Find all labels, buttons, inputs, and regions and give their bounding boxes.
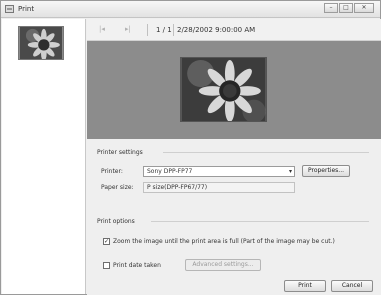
settings-panel: Printer settings Printer: Sony DPP-FP77 … xyxy=(87,139,381,295)
zoom-checkbox[interactable]: ✓ xyxy=(103,238,110,245)
printer-select-value: Sony DPP-FP77 xyxy=(147,168,193,175)
print-options-heading: Print options xyxy=(97,218,135,225)
last-page-icon[interactable]: ▸| xyxy=(125,25,131,33)
title-bar: Print – □ ✕ xyxy=(1,1,380,18)
thumbnail-panel xyxy=(2,19,86,294)
chevron-down-icon: ▾ xyxy=(288,168,292,175)
cancel-button[interactable]: Cancel xyxy=(331,280,373,292)
printer-select[interactable]: Sony DPP-FP77 ▾ xyxy=(143,166,295,177)
navigation-toolbar: |◂ ▸| 1 / 1 2/28/2002 9:00:00 AM xyxy=(87,19,381,41)
zoom-checkbox-label: Zoom the image until the print area is f… xyxy=(113,238,335,245)
close-icon[interactable]: ✕ xyxy=(354,3,374,13)
printer-label: Printer: xyxy=(101,168,123,175)
paper-size-field: P size(DPP-FP67/77) xyxy=(143,182,295,193)
print-dialog: Print – □ ✕ |◂ ▸| 1 / 1 2/28/2002 9:00:0… xyxy=(0,0,381,295)
divider xyxy=(151,221,369,222)
printer-settings-heading: Printer settings xyxy=(97,149,143,156)
printer-icon xyxy=(5,5,14,13)
divider xyxy=(163,152,369,153)
window-controls: – □ ✕ xyxy=(323,3,374,13)
print-preview-area xyxy=(87,41,381,139)
page-number: 1 / 1 xyxy=(156,26,172,34)
print-date-checkbox[interactable] xyxy=(103,262,110,269)
thumbnail-image[interactable] xyxy=(18,26,64,60)
print-button[interactable]: Print xyxy=(284,280,326,292)
image-datetime: 2/28/2002 9:00:00 AM xyxy=(177,26,256,34)
window-title: Print xyxy=(18,5,35,13)
print-date-label: Print date taken xyxy=(113,262,161,269)
preview-image xyxy=(180,57,267,122)
toolbar-separator xyxy=(173,24,174,36)
toolbar-separator xyxy=(147,24,148,36)
advanced-settings-button[interactable]: Advanced settings... xyxy=(185,259,261,271)
paper-size-label: Paper size: xyxy=(101,184,134,191)
minimize-icon[interactable]: – xyxy=(324,3,338,13)
first-page-icon[interactable]: |◂ xyxy=(99,25,105,33)
properties-button[interactable]: Properties... xyxy=(302,165,350,177)
maximize-icon[interactable]: □ xyxy=(339,3,353,13)
